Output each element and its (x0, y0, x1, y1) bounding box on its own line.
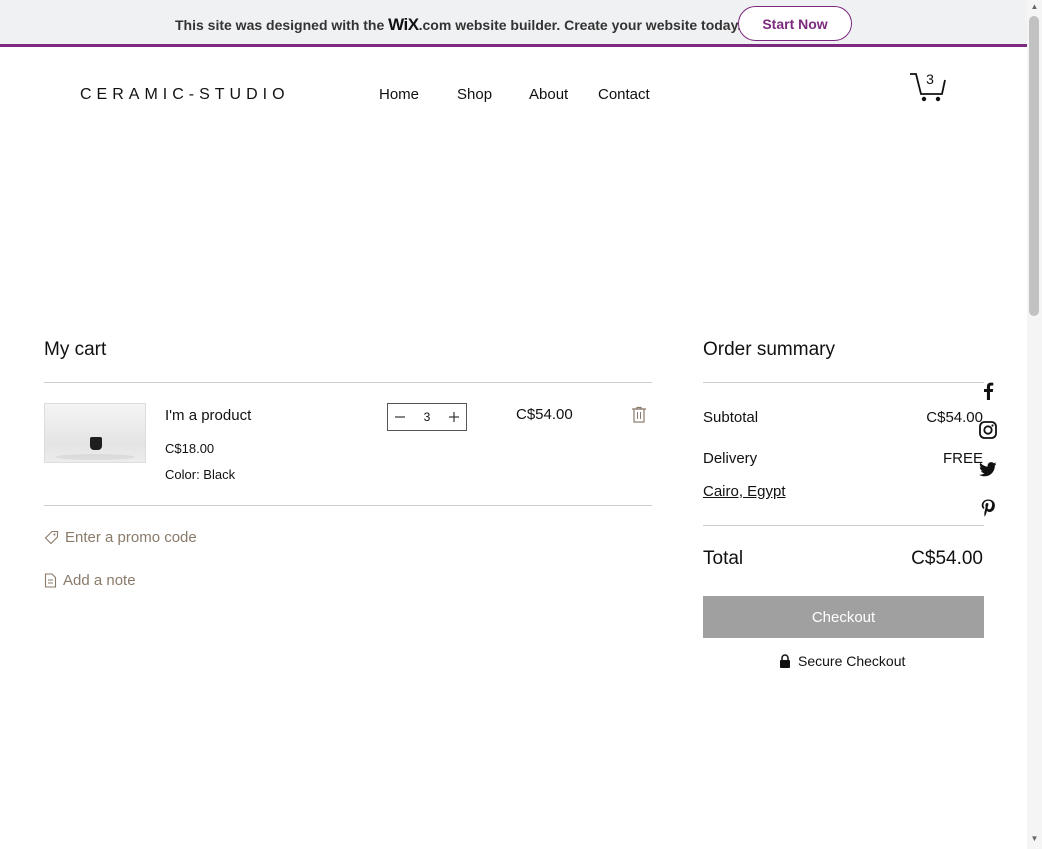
note-icon (44, 573, 57, 588)
product-name[interactable]: I'm a product (165, 407, 251, 424)
summary-divider-bottom (703, 525, 984, 526)
product-unit-price: C$18.00 (165, 441, 215, 456)
total-row: Total C$54.00 (703, 548, 983, 570)
secure-checkout-label: Secure Checkout (798, 653, 906, 669)
my-cart-title: My cart (44, 339, 107, 360)
line-total: C$54.00 (516, 406, 573, 423)
increment-button[interactable] (442, 404, 466, 430)
delivery-label: Delivery (703, 450, 758, 467)
delivery-value: FREE (942, 450, 983, 467)
shopping-cart-icon[interactable]: 3 (908, 70, 948, 104)
decrement-button[interactable] (388, 404, 412, 430)
add-note-link[interactable]: Add a note (44, 572, 136, 589)
promo-code-link[interactable]: Enter a promo code (44, 529, 197, 546)
cart-count: 3 (926, 71, 934, 87)
instagram-icon[interactable] (978, 420, 998, 440)
scroll-up-arrow-icon[interactable]: ▲ (1027, 2, 1042, 14)
scroll-down-arrow-icon[interactable]: ▼ (1027, 834, 1042, 846)
promo-code-label: Enter a promo code (65, 529, 197, 546)
site-logo[interactable]: CERAMIC-STUDIO (80, 86, 290, 104)
wix-banner: This site was designed with the WiX.com … (0, 0, 1027, 47)
lock-icon (780, 654, 790, 668)
remove-item-button[interactable] (631, 406, 647, 423)
nav-about[interactable]: About (529, 86, 568, 103)
trash-icon (632, 406, 646, 423)
scrollbar[interactable]: ▲ ▼ (1027, 0, 1042, 849)
tag-icon (44, 530, 59, 545)
facebook-icon[interactable] (978, 381, 998, 401)
summary-divider-top (703, 382, 984, 383)
cart-divider-top (44, 382, 652, 383)
nav-contact[interactable]: Contact (598, 86, 650, 103)
product-color: Color: Black (165, 467, 236, 482)
secure-checkout: Secure Checkout (779, 653, 905, 669)
total-label: Total (703, 548, 744, 569)
product-thumbnail[interactable] (44, 403, 146, 463)
subtotal-label: Subtotal (703, 409, 759, 426)
nav-shop[interactable]: Shop (457, 86, 492, 103)
cart-divider-bottom (44, 505, 652, 506)
scroll-thumb[interactable] (1029, 16, 1039, 316)
delivery-row: Delivery FREE (703, 450, 983, 467)
subtotal-row: Subtotal C$54.00 (703, 409, 983, 426)
nav-home[interactable]: Home (379, 86, 419, 103)
minus-icon (395, 416, 405, 418)
quantity-stepper[interactable]: 3 (387, 403, 467, 431)
add-note-label: Add a note (63, 572, 136, 589)
checkout-button[interactable]: Checkout (703, 596, 984, 638)
total-value: C$54.00 (911, 548, 983, 569)
thumb-shadow (55, 454, 135, 460)
banner-text-after: .com website builder. Create your websit… (418, 17, 742, 33)
subtotal-value: C$54.00 (926, 409, 983, 426)
thumb-cup (90, 437, 102, 450)
twitter-icon[interactable] (978, 459, 998, 479)
order-summary-title: Order summary (703, 339, 835, 360)
quantity-value[interactable]: 3 (412, 410, 442, 424)
wix-logo: WiX (388, 15, 419, 34)
plus-icon (449, 412, 459, 422)
delivery-location-link[interactable]: Cairo, Egypt (703, 483, 786, 500)
banner-text-before: This site was designed with the (175, 17, 385, 33)
banner-text: This site was designed with the WiX.com … (175, 15, 741, 35)
start-now-button[interactable]: Start Now (738, 6, 852, 41)
pinterest-icon[interactable] (978, 498, 998, 518)
